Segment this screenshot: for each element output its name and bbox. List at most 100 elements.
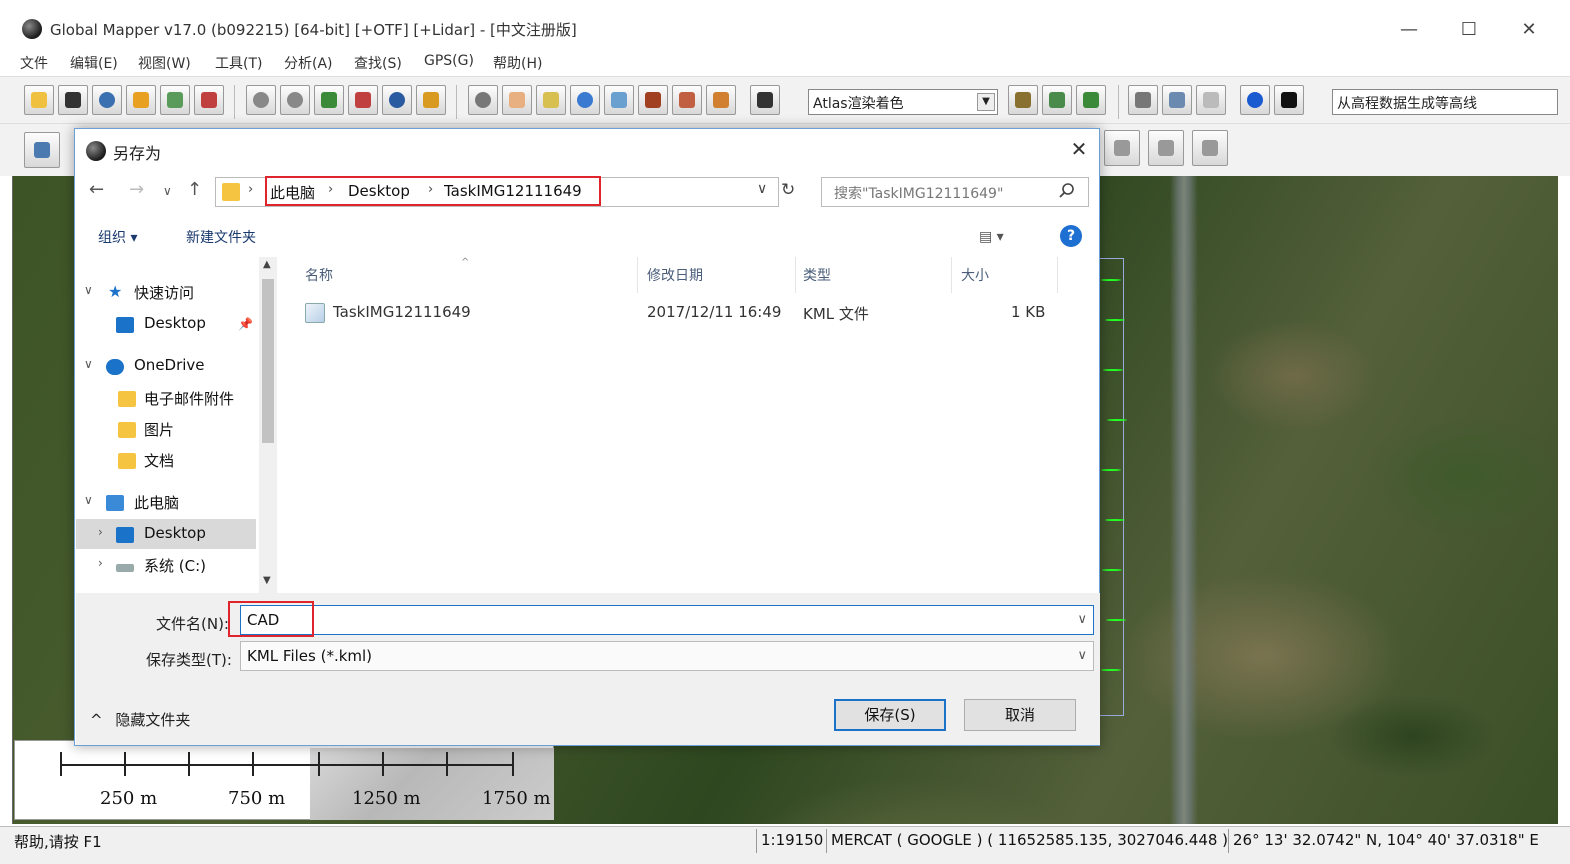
organize-button[interactable]: 组织 ▾ xyxy=(98,227,137,247)
nav-system-drive[interactable]: › 系统 (C:) xyxy=(76,550,256,580)
cancel-button[interactable]: 取消 xyxy=(964,699,1076,731)
nav-label: 系统 (C:) xyxy=(144,557,206,575)
nav-label: 电子邮件附件 xyxy=(144,390,235,408)
digitizer-icon[interactable] xyxy=(24,132,60,168)
hide-folders-toggle[interactable]: ^ 隐藏文件夹 xyxy=(90,709,190,730)
grid-icon[interactable] xyxy=(416,85,446,115)
filetype-select[interactable]: KML Files (*.kml) ∨ xyxy=(240,641,1094,671)
chevron-down-icon[interactable]: ∨ xyxy=(1077,648,1087,663)
globe-data-icon[interactable] xyxy=(92,85,122,115)
menu-help[interactable]: 帮助(H) xyxy=(493,53,542,73)
status-latlon: 26° 13' 32.0742" N, 104° 40' 37.0318" E xyxy=(1228,829,1543,853)
scroll-thumb[interactable] xyxy=(262,279,274,443)
edit-vertex-icon[interactable] xyxy=(1104,130,1140,166)
column-date[interactable]: 修改日期 xyxy=(647,265,703,285)
undo-icon[interactable] xyxy=(1192,130,1228,166)
zoom-extent-icon[interactable] xyxy=(314,85,344,115)
address-dropdown-icon[interactable]: ∨ xyxy=(757,181,767,197)
home-icon[interactable] xyxy=(348,85,378,115)
folder-icon xyxy=(222,183,240,201)
export-icon[interactable] xyxy=(1162,85,1192,115)
shader-combo[interactable]: Atlas渲染着色 ▼ xyxy=(808,89,998,115)
info-icon[interactable] xyxy=(570,85,600,115)
nav-pictures[interactable]: 图片 xyxy=(76,414,256,444)
up-arrow-icon[interactable]: ↑ xyxy=(187,179,202,200)
measure-icon[interactable] xyxy=(536,85,566,115)
column-name[interactable]: 名称 xyxy=(305,265,333,285)
chart-icon[interactable] xyxy=(1128,85,1158,115)
binoculars-icon[interactable] xyxy=(750,85,780,115)
refresh-icon[interactable]: ↻ xyxy=(781,180,795,200)
zoom-out-icon[interactable] xyxy=(280,85,310,115)
chevron-down-icon[interactable]: ∨ xyxy=(1077,612,1087,627)
dialog-close-button[interactable]: ✕ xyxy=(1065,135,1093,163)
column-size[interactable]: 大小 xyxy=(961,265,989,285)
north-arrow-icon[interactable] xyxy=(1274,85,1304,115)
nav-quick-access[interactable]: ∨ ★ 快速访问 xyxy=(76,277,256,307)
target-icon[interactable] xyxy=(1240,85,1270,115)
filter-icon[interactable] xyxy=(706,85,736,115)
minimize-button[interactable]: — xyxy=(1386,14,1432,44)
nav-onedrive[interactable]: ∨ OneDrive xyxy=(76,351,256,381)
shader-combo-value: Atlas渲染着色 xyxy=(813,96,904,112)
menu-view[interactable]: 视图(W) xyxy=(138,53,191,73)
nav-desktop-quick[interactable]: Desktop 📌 xyxy=(76,309,256,339)
file-type: KML 文件 xyxy=(803,305,869,323)
menu-gps[interactable]: GPS(G) xyxy=(424,53,474,69)
filename-input[interactable]: CAD ∨ xyxy=(240,605,1094,635)
save-button[interactable]: 保存(S) xyxy=(834,699,946,731)
view-options-icon[interactable]: ▤ ▾ xyxy=(979,229,1004,245)
nav-email-attachments[interactable]: 电子邮件附件 xyxy=(76,383,256,413)
scroll-down-icon[interactable]: ▼ xyxy=(263,575,271,586)
magnifier-icon[interactable] xyxy=(468,85,498,115)
table-row[interactable]: TaskIMG12111649 2017/12/11 16:49 KML 文件 … xyxy=(281,297,1045,327)
search-icon[interactable] xyxy=(1058,182,1076,200)
scroll-up-icon[interactable]: ▲ xyxy=(263,259,271,270)
new-folder-button[interactable]: 新建文件夹 xyxy=(186,227,256,247)
draw-icon[interactable] xyxy=(672,85,702,115)
save-as-dialog: 另存为 ✕ ← → ∨ ↑ › 此电脑 › Desktop › TaskIMG1… xyxy=(74,128,1100,746)
tools-icon[interactable] xyxy=(194,85,224,115)
nav-label: 图片 xyxy=(144,421,175,439)
percent-slope-icon[interactable] xyxy=(1076,85,1106,115)
address-bar[interactable]: › 此电脑 › Desktop › TaskIMG12111649 xyxy=(215,176,779,207)
search-input[interactable]: 搜索"TaskIMG12111649" xyxy=(834,183,1003,203)
contour-combo[interactable]: 从高程数据生成等高线 xyxy=(1332,89,1558,115)
refresh-icon[interactable] xyxy=(382,85,412,115)
scale-label: 1750 m xyxy=(482,788,551,809)
config-icon[interactable] xyxy=(160,85,190,115)
forward-arrow-icon[interactable]: → xyxy=(129,179,144,200)
terrain-shade-icon[interactable] xyxy=(1008,85,1038,115)
menu-analysis[interactable]: 分析(A) xyxy=(284,53,333,73)
save-icon[interactable] xyxy=(58,85,88,115)
folder-icon xyxy=(118,453,136,469)
lidar-icon[interactable] xyxy=(1196,85,1226,115)
recent-chevron-icon[interactable]: ∨ xyxy=(163,184,172,198)
menu-search[interactable]: 查找(S) xyxy=(354,53,402,73)
nav-scrollbar[interactable]: ▲ ▼ xyxy=(259,257,277,593)
3d-view-icon[interactable] xyxy=(1042,85,1072,115)
close-button[interactable]: ✕ xyxy=(1506,14,1552,44)
back-arrow-icon[interactable]: ← xyxy=(89,179,104,200)
move-up-icon[interactable] xyxy=(1148,130,1184,166)
menu-file[interactable]: 文件 xyxy=(20,53,48,73)
column-type[interactable]: 类型 xyxy=(803,265,831,285)
profile-icon[interactable] xyxy=(604,85,634,115)
layer-icon[interactable] xyxy=(126,85,156,115)
open-folder-icon[interactable] xyxy=(24,85,54,115)
pan-hand-icon[interactable] xyxy=(502,85,532,115)
navigation-pane: ∨ ★ 快速访问 Desktop 📌 ∨ OneDrive 电子邮件附件 图片 … xyxy=(76,257,280,593)
maximize-button[interactable]: ☐ xyxy=(1446,14,1492,44)
help-icon[interactable]: ? xyxy=(1060,225,1082,247)
drive-icon xyxy=(116,564,134,572)
nav-desktop[interactable]: › Desktop xyxy=(76,519,256,549)
nav-documents[interactable]: 文档 xyxy=(76,445,256,475)
menu-tools[interactable]: 工具(T) xyxy=(215,53,262,73)
pin-star-icon: ★ xyxy=(108,282,123,301)
nav-this-pc[interactable]: ∨ 此电脑 xyxy=(76,487,256,517)
menu-edit[interactable]: 编辑(E) xyxy=(70,53,118,73)
zoom-in-icon[interactable] xyxy=(246,85,276,115)
scale-tick xyxy=(124,752,126,776)
tower-icon[interactable] xyxy=(638,85,668,115)
search-box[interactable]: 搜索"TaskIMG12111649" xyxy=(821,177,1089,207)
